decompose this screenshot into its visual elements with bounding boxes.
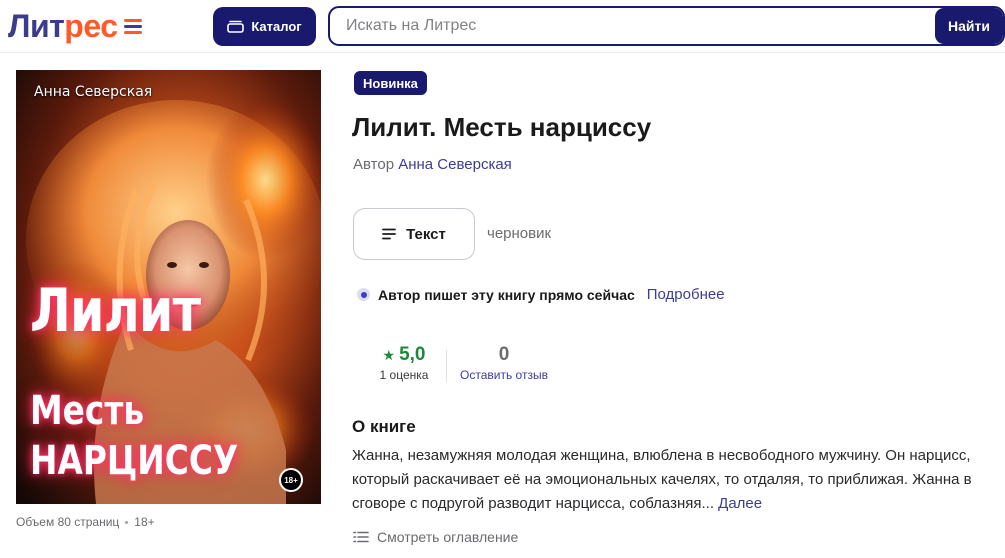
author-prefix: Автор <box>353 156 395 173</box>
catalog-button-label: Каталог <box>251 19 302 34</box>
cover-title-line3: НАРЦИССУ <box>30 438 239 484</box>
site-header: Литрес Каталог Найти <box>0 0 1005 53</box>
author-line: Автор Анна Северская <box>353 156 512 173</box>
format-text-button[interactable]: Текст <box>353 208 475 260</box>
about-description: Жанна, незамужняя молодая женщина, влюбл… <box>352 447 972 512</box>
live-dot-icon <box>357 288 370 301</box>
cover-meta: Объем 80 страниц 18+ <box>16 515 155 529</box>
reviews-count: 0 <box>498 344 510 365</box>
logo-text-part2: рес <box>64 8 118 44</box>
book-cover[interactable]: Анна Северская Лилит Месть НАРЦИССУ 18+ <box>16 70 321 504</box>
page-volume: Объем 80 страниц <box>16 515 120 529</box>
age-rating: 18+ <box>134 515 155 529</box>
litres-logo[interactable]: Литрес <box>8 6 142 46</box>
new-badge: Новинка <box>354 71 427 95</box>
cover-author: Анна Северская <box>34 84 153 100</box>
toc-label: Смотреть оглавление <box>377 529 519 545</box>
catalog-icon <box>227 20 245 33</box>
logo-text: Литрес <box>8 10 118 42</box>
rating-value: ★ 5,0 <box>374 344 434 366</box>
table-of-contents-link[interactable]: Смотреть оглавление <box>353 529 518 545</box>
list-icon <box>353 531 369 543</box>
read-more-link[interactable]: Далее <box>718 495 762 512</box>
cover-title-line2: Месть <box>30 388 145 434</box>
cover-age-badge: 18+ <box>279 468 303 492</box>
logo-mark-icon <box>123 18 142 34</box>
draft-status: черновик <box>487 225 552 242</box>
search-bar: Найти <box>328 6 1005 46</box>
cover-title-line1: Лилит <box>30 276 201 346</box>
rating-count: 1 оценка <box>379 368 429 382</box>
catalog-button[interactable]: Каталог <box>213 7 316 46</box>
search-input[interactable] <box>330 8 1003 44</box>
author-writing-notice: Автор пишет эту книгу прямо сейчас Подро… <box>357 286 725 303</box>
book-title: Лилит. Месть нарциссу <box>352 112 652 142</box>
rating-block: ★ 5,0 1 оценка <box>374 344 434 382</box>
logo-text-part1: Лит <box>8 8 65 44</box>
about-heading: О книге <box>352 417 416 436</box>
format-label: Текст <box>406 225 446 243</box>
leave-review-link[interactable]: Оставить отзыв <box>453 368 555 382</box>
rating-divider <box>446 350 447 382</box>
search-button[interactable]: Найти <box>935 8 1003 44</box>
about-text: Жанна, незамужняя молодая женщина, влюбл… <box>352 444 992 516</box>
text-lines-icon <box>382 228 397 240</box>
author-link[interactable]: Анна Северская <box>398 156 512 173</box>
reviews-block: 0 Оставить отзыв <box>453 344 555 382</box>
meta-separator <box>125 520 129 524</box>
star-icon: ★ <box>382 346 396 363</box>
rating-number: 5,0 <box>399 344 426 365</box>
writing-text: Автор пишет эту книгу прямо сейчас <box>378 286 635 303</box>
more-details-link[interactable]: Подробнее <box>647 286 725 303</box>
